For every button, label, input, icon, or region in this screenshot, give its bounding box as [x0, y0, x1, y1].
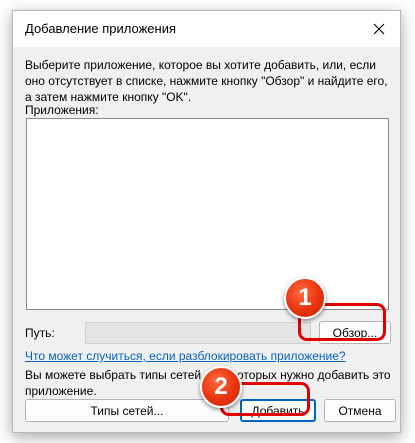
step-badge-1: 1 — [284, 277, 326, 319]
dialog-title: Добавление приложения — [25, 21, 177, 36]
add-button[interactable]: Добавить — [240, 399, 316, 422]
network-types-button[interactable]: Типы сетей... — [25, 399, 229, 422]
unblock-help-link[interactable]: Что может случиться, если разблокировать… — [25, 349, 346, 363]
path-label: Путь: — [25, 326, 55, 340]
applications-list[interactable] — [26, 118, 389, 310]
path-input[interactable] — [85, 322, 311, 344]
cancel-button[interactable]: Отмена — [324, 399, 396, 422]
applications-label: Приложения: — [25, 103, 99, 117]
add-application-dialog: Добавление приложения Выберите приложени… — [12, 10, 401, 433]
title-bar: Добавление приложения — [13, 11, 400, 47]
close-button[interactable] — [358, 11, 400, 47]
instructions-text: Выберите приложение, которое вы хотите д… — [25, 58, 388, 104]
browse-button[interactable]: Обзор... — [319, 321, 391, 344]
close-icon — [373, 23, 385, 35]
step-badge-2: 2 — [200, 366, 242, 408]
